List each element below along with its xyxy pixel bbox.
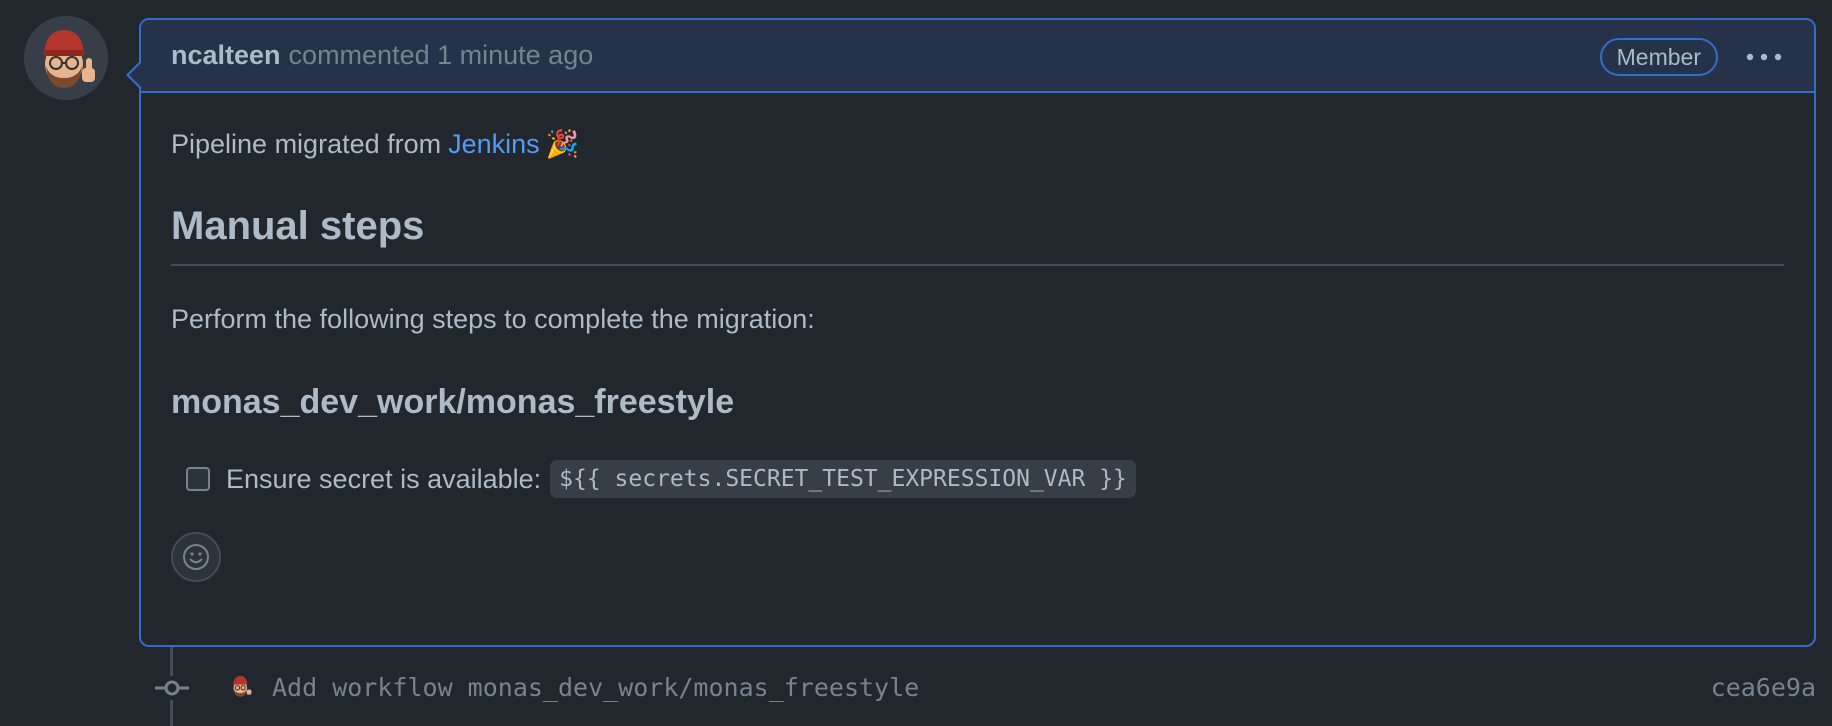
avatar-memoji-icon	[24, 16, 108, 100]
jenkins-link[interactable]: Jenkins	[448, 127, 540, 161]
commit-message-link[interactable]: Add workflow monas_dev_work/monas_freest…	[272, 673, 919, 703]
author-avatar[interactable]	[24, 16, 108, 100]
commit-sha-link[interactable]: cea6e9a	[1711, 673, 1816, 703]
manual-steps-heading: Manual steps	[171, 202, 1784, 266]
commit-author-avatar[interactable]	[226, 671, 256, 701]
comment-header: ncalteen commented 1 minute ago Member	[141, 20, 1814, 93]
intro-line: Pipeline migrated from Jenkins 🎉	[171, 127, 1784, 161]
add-reaction-button[interactable]	[171, 532, 221, 582]
intro-text: Pipeline migrated from	[171, 129, 442, 159]
secret-code-snippet: ${{ secrets.SECRET_TEST_EXPRESSION_VAR }…	[550, 460, 1136, 498]
task-label: Ensure secret is available:	[226, 463, 542, 494]
author-link[interactable]: ncalteen	[171, 40, 281, 71]
comment-body: Pipeline migrated from Jenkins 🎉 Manual …	[141, 127, 1814, 582]
party-popper-icon: 🎉	[545, 129, 580, 159]
smiley-icon	[183, 544, 209, 570]
comment-card: ncalteen commented 1 minute ago Member P…	[126, 18, 1816, 647]
comment-timestamp[interactable]: commented 1 minute ago	[289, 40, 594, 71]
task-checkbox[interactable]	[186, 467, 210, 491]
pipeline-subheading: monas_dev_work/monas_freestyle	[171, 383, 735, 421]
comment-options-button[interactable]	[1744, 50, 1784, 64]
instructions-paragraph: Perform the following steps to complete …	[171, 304, 815, 334]
kebab-horizontal-icon	[1746, 53, 1782, 61]
commit-node	[155, 676, 189, 700]
member-badge: Member	[1599, 38, 1718, 76]
git-commit-icon	[155, 676, 189, 700]
task-list-item: Ensure secret is available: ${{ secrets.…	[171, 460, 1784, 498]
avatar-memoji-icon	[226, 671, 256, 701]
